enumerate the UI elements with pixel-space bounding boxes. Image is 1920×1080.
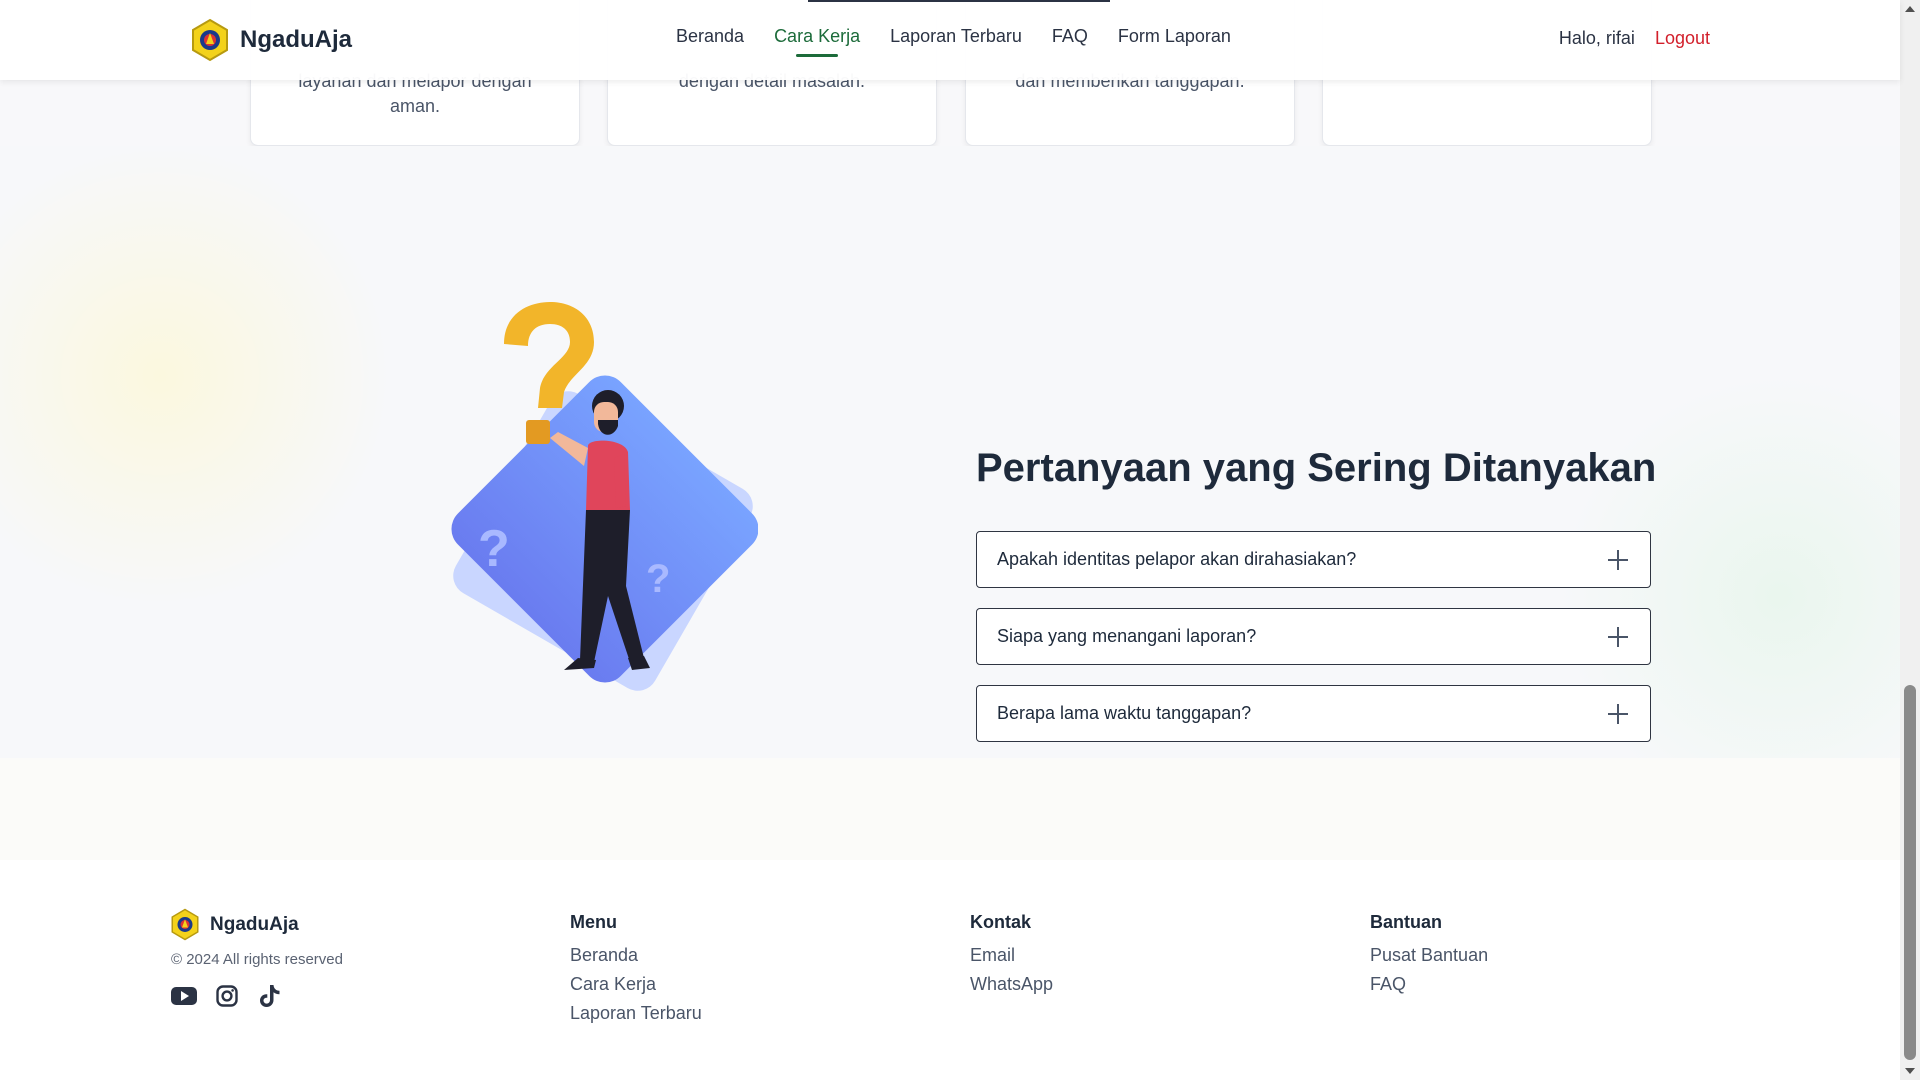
footer-brand-name: NgaduAja bbox=[210, 913, 299, 935]
nav-laporan-terbaru[interactable]: Laporan Terbaru bbox=[890, 26, 1022, 47]
footer-link-laporan-terbaru[interactable]: Laporan Terbaru bbox=[570, 1003, 702, 1024]
brand[interactable]: NgaduAja bbox=[190, 18, 352, 62]
footer-link-faq[interactable]: FAQ bbox=[1370, 974, 1488, 995]
plus-icon[interactable] bbox=[1608, 549, 1628, 570]
spacer-band bbox=[0, 758, 1900, 860]
plus-icon[interactable] bbox=[1608, 626, 1628, 647]
instagram-icon[interactable] bbox=[214, 983, 240, 1009]
scroll-down-icon[interactable] bbox=[1905, 1068, 1915, 1074]
faq-item[interactable]: Apakah identitas pelapor akan dirahasiak… bbox=[976, 531, 1651, 588]
copyright: © 2024 All rights reserved bbox=[171, 951, 343, 968]
logout-button[interactable]: Logout bbox=[1655, 28, 1710, 49]
svg-text:?: ? bbox=[478, 520, 510, 578]
footer-link-pusat-bantuan[interactable]: Pusat Bantuan bbox=[1370, 945, 1488, 966]
footer-col-bantuan: Bantuan Pusat Bantuan FAQ bbox=[1370, 912, 1488, 1003]
svg-text:?: ? bbox=[646, 557, 670, 601]
footer-link-whatsapp[interactable]: WhatsApp bbox=[970, 974, 1053, 995]
youtube-icon[interactable] bbox=[171, 983, 197, 1009]
scroll-up-icon[interactable] bbox=[1905, 6, 1915, 12]
nav-beranda[interactable]: Beranda bbox=[676, 26, 744, 47]
faq-question: Berapa lama waktu tanggapan? bbox=[997, 703, 1252, 723]
nav-form-laporan[interactable]: Form Laporan bbox=[1118, 26, 1231, 47]
nav-cara-kerja[interactable]: Cara Kerja bbox=[774, 26, 860, 57]
brand-name: NgaduAja bbox=[240, 26, 353, 53]
nav-faq[interactable]: FAQ bbox=[1052, 26, 1088, 47]
footer-link-beranda[interactable]: Beranda bbox=[570, 945, 702, 966]
footer: NgaduAja © 2024 All rights reserved Menu… bbox=[0, 860, 1900, 1080]
faq-title: Pertanyaan yang Sering Ditanyakan bbox=[976, 446, 1657, 490]
footer-col-kontak: Kontak Email WhatsApp bbox=[970, 912, 1053, 1003]
main-nav: Beranda Cara Kerja Laporan Terbaru FAQ F… bbox=[676, 26, 1231, 57]
logo-icon bbox=[171, 908, 199, 941]
faq-question: Siapa yang menangani laporan? bbox=[997, 626, 1257, 646]
footer-link-email[interactable]: Email bbox=[970, 945, 1053, 966]
footer-col-title: Bantuan bbox=[1370, 912, 1442, 932]
footer-link-cara-kerja[interactable]: Cara Kerja bbox=[570, 974, 702, 995]
faq-item[interactable]: Berapa lama waktu tanggapan? bbox=[976, 685, 1651, 742]
top-navbar: NgaduAja Beranda Cara Kerja Laporan Terb… bbox=[0, 0, 1900, 80]
faq-item[interactable]: Siapa yang menangani laporan? bbox=[976, 608, 1651, 665]
footer-brand[interactable]: NgaduAja bbox=[170, 908, 299, 941]
user-area: Halo, rifai Logout bbox=[1559, 28, 1710, 49]
faq-question: Apakah identitas pelapor akan dirahasiak… bbox=[997, 549, 1357, 569]
user-greeting: Halo, rifai bbox=[1558, 28, 1635, 48]
footer-col-title: Kontak bbox=[970, 912, 1032, 932]
scrollbar-thumb[interactable] bbox=[1904, 685, 1916, 1060]
tiktok-icon[interactable] bbox=[257, 983, 283, 1009]
scroll-progress-line bbox=[808, 0, 1110, 2]
footer-col-title: Menu bbox=[570, 912, 617, 932]
page-scrollbar[interactable] bbox=[1900, 0, 1920, 1080]
faq-section: ? ? Pertanyaan yang Sering Ditanyakan Ap… bbox=[0, 146, 1900, 820]
footer-col-menu: Menu Beranda Cara Kerja Laporan Terbaru bbox=[570, 912, 702, 1032]
plus-icon[interactable] bbox=[1608, 703, 1628, 724]
faq-list: Apakah identitas pelapor akan dirahasiak… bbox=[976, 531, 1651, 762]
faq-illustration: ? ? bbox=[451, 302, 758, 820]
social-links bbox=[171, 983, 283, 1009]
logo-icon bbox=[192, 18, 228, 62]
